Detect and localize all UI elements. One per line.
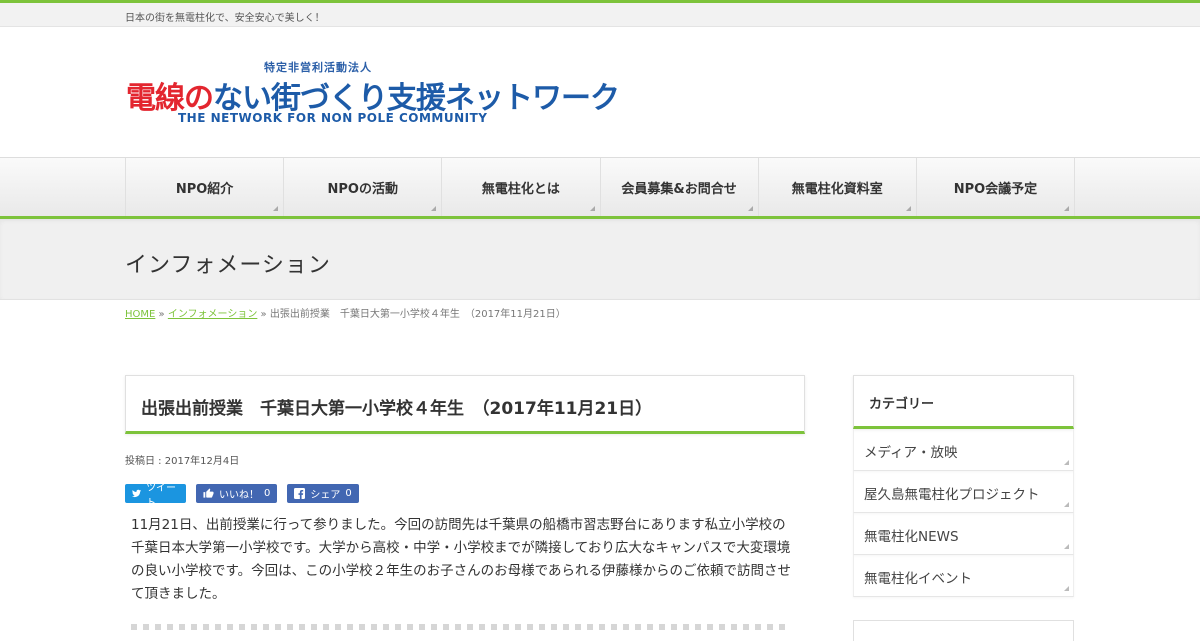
thumbs-up-icon xyxy=(203,488,214,498)
post-body: 11月21日、出前授業に行って参りました。今回の訪問先は千葉県の船橋市習志野台に… xyxy=(131,517,792,602)
breadcrumb-current: 出張出前授業 千葉日大第一小学校４年生 （2017年11月21日） xyxy=(269,309,566,320)
corner-arrow-icon xyxy=(905,206,911,211)
corner-arrow-icon xyxy=(273,206,279,211)
logo-english: THE NETWORK FOR NON POLE COMMUNITY xyxy=(178,111,488,125)
corner-arrow-icon xyxy=(1064,586,1069,591)
corner-arrow-icon xyxy=(1064,206,1070,211)
like-button[interactable]: いいね！ 0 xyxy=(196,484,278,503)
page-title-band: インフォメーション xyxy=(0,219,1200,300)
next-paragraph-partial xyxy=(131,624,791,630)
site-tagline: 日本の街を無電柱化で、安全安心で美しく！ xyxy=(125,13,325,24)
breadcrumb: HOME » インフォメーション » 出張出前授業 千葉日大第一小学校４年生 （… xyxy=(125,309,566,320)
post-date: 投稿日 : 2017年12月4日 xyxy=(125,456,240,467)
share-buttons: ツイート いいね！ 0 シェア 0 xyxy=(125,483,359,509)
next-widget-partial xyxy=(853,620,1074,641)
tagline-bar: 日本の街を無電柱化で、安全安心で美しく！ xyxy=(0,3,1200,27)
corner-arrow-icon xyxy=(747,206,753,211)
site-header: 特定非営利活動法人 電線のない街づくり支援ネットワーク THE NETWORK … xyxy=(0,27,1200,157)
category-item-news[interactable]: 無電柱化NEWS xyxy=(853,513,1074,555)
main-content: 出張出前授業 千葉日大第一小学校４年生 （2017年11月21日） 投稿日 : … xyxy=(125,375,805,602)
post-title-box: 出張出前授業 千葉日大第一小学校４年生 （2017年11月21日） xyxy=(125,375,805,434)
breadcrumb-section[interactable]: インフォメーション xyxy=(168,309,258,320)
corner-arrow-icon xyxy=(1064,502,1069,507)
breadcrumb-home[interactable]: HOME xyxy=(125,309,155,320)
nav-item-resource-room[interactable]: 無電柱化資料室 xyxy=(759,158,917,216)
tweet-button[interactable]: ツイート xyxy=(125,483,186,509)
category-item-media[interactable]: メディア・放映 xyxy=(853,429,1074,471)
nav-item-npo-intro[interactable]: NPO紹介 xyxy=(126,158,285,216)
corner-arrow-icon xyxy=(589,206,595,211)
twitter-bird-icon xyxy=(132,489,142,498)
site-logo[interactable]: 特定非営利活動法人 電線のない街づくり支援ネットワーク THE NETWORK … xyxy=(126,59,620,129)
facebook-icon xyxy=(294,488,306,499)
post-title: 出張出前授業 千葉日大第一小学校４年生 （2017年11月21日） xyxy=(141,399,653,419)
facebook-share-button[interactable]: シェア 0 xyxy=(287,484,359,503)
category-item-events[interactable]: 無電柱化イベント xyxy=(853,555,1074,597)
nav-item-npo-activities[interactable]: NPOの活動 xyxy=(284,158,443,216)
corner-arrow-icon xyxy=(1064,544,1069,549)
category-item-yakushima[interactable]: 屋久島無電柱化プロジェクト xyxy=(853,471,1074,513)
sidebar: カテゴリー メディア・放映 屋久島無電柱化プロジェクト 無電柱化NEWS 無電柱… xyxy=(853,375,1074,641)
category-list: メディア・放映 屋久島無電柱化プロジェクト 無電柱化NEWS 無電柱化イベント xyxy=(853,429,1074,597)
corner-arrow-icon xyxy=(431,206,437,211)
page-title: インフォメーション xyxy=(125,253,331,278)
corner-arrow-icon xyxy=(1064,460,1069,465)
nav-item-membership-contact[interactable]: 会員募集&お問合せ xyxy=(601,158,759,216)
sidebar-heading-box: カテゴリー xyxy=(853,375,1074,429)
sidebar-heading: カテゴリー xyxy=(869,397,935,412)
nav-item-meeting-schedule[interactable]: NPO会議予定 xyxy=(917,158,1076,216)
nav-item-about-undergrounding[interactable]: 無電柱化とは xyxy=(442,158,601,216)
global-nav: NPO紹介 NPOの活動 無電柱化とは 会員募集&お問合せ 無電柱化資料室 NP… xyxy=(0,157,1200,216)
